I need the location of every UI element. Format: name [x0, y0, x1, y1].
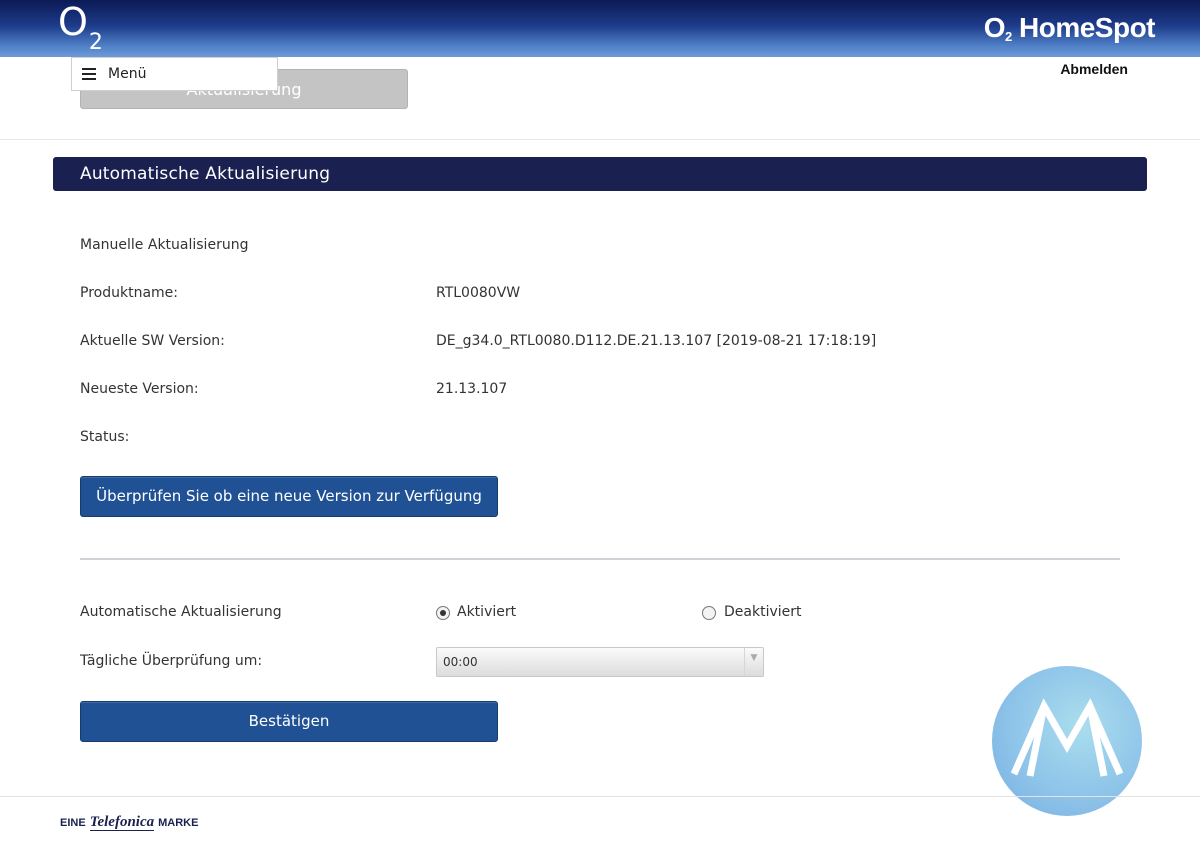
- divider: [0, 139, 1200, 140]
- brand-o2: O2: [983, 12, 1012, 44]
- footer-divider: [0, 796, 1200, 797]
- footer-telefonica-brand: EINE Telefonica MARKE: [60, 815, 198, 831]
- status-label: Status:: [80, 429, 130, 445]
- top-banner: O2 O2 HomeSpot: [0, 0, 1200, 57]
- product-name-label: Produktname:: [80, 285, 178, 301]
- hamburger-icon: [82, 68, 96, 80]
- radio-activated[interactable]: [436, 606, 450, 620]
- daily-time-value: 00:00: [443, 655, 478, 669]
- footer-prefix: EINE: [60, 817, 86, 829]
- sw-version-value: DE_g34.0_RTL0080.D112.DE.21.13.107 [2019…: [436, 333, 877, 349]
- manual-update-heading: Manuelle Aktualisierung: [80, 237, 249, 253]
- latest-version-label: Neueste Version:: [80, 381, 199, 397]
- watermark-logo-icon: [992, 666, 1142, 816]
- footer-suffix: MARKE: [158, 817, 199, 829]
- brand-name: HomeSpot: [1019, 12, 1156, 43]
- radio-deactivated-label[interactable]: Deaktiviert: [724, 604, 802, 620]
- o2-logo-sub: 2: [88, 30, 103, 55]
- telefonica-logo: Telefonica: [89, 814, 155, 831]
- menu-button[interactable]: Menü: [71, 57, 278, 91]
- daily-time-select[interactable]: 00:00 ▼: [436, 647, 764, 677]
- section-divider: [80, 558, 1120, 560]
- radio-deactivated[interactable]: [702, 606, 716, 620]
- brand-o2-letter: O: [983, 12, 1006, 43]
- radio-activated-label[interactable]: Aktiviert: [457, 604, 516, 620]
- o2-logo-letter: O: [58, 0, 88, 44]
- confirm-button[interactable]: Bestätigen: [80, 701, 498, 742]
- product-name-value: RTL0080VW: [436, 285, 521, 301]
- sw-version-label: Aktuelle SW Version:: [80, 333, 225, 349]
- section-title: Automatische Aktualisierung: [53, 157, 1147, 191]
- homespot-brand: O2 HomeSpot: [983, 12, 1156, 44]
- watermark-glyph-icon: [1010, 698, 1124, 777]
- brand-o2-sub: 2: [1004, 29, 1012, 44]
- auto-update-label: Automatische Aktualisierung: [80, 604, 282, 620]
- chevron-down-icon[interactable]: ▼: [744, 648, 763, 676]
- logout-link[interactable]: Abmelden: [1060, 61, 1128, 77]
- daily-check-label: Tägliche Überprüfung um:: [80, 653, 263, 669]
- o2-logo[interactable]: O2: [58, 3, 103, 54]
- menu-label: Menü: [108, 66, 147, 82]
- check-update-button[interactable]: Überprüfen Sie ob eine neue Version zur …: [80, 476, 498, 544]
- latest-version-value: 21.13.107: [436, 381, 508, 397]
